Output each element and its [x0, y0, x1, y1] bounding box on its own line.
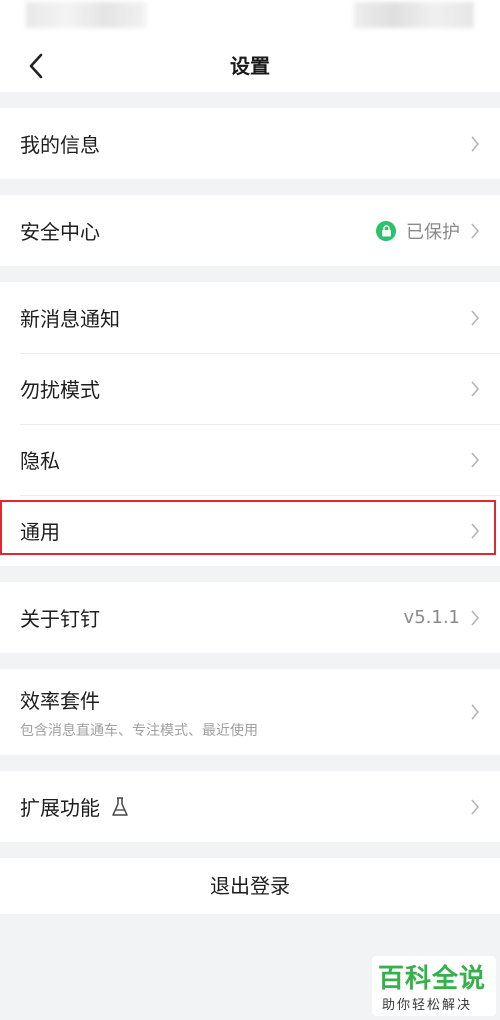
version-label: v5.1.1	[403, 607, 460, 628]
row-about-dingtalk[interactable]: 关于钉钉 v5.1.1	[0, 582, 500, 653]
row-new-message-notification[interactable]: 新消息通知	[0, 282, 500, 353]
navigation-bar: 设置	[0, 40, 500, 92]
chevron-right-icon	[471, 309, 480, 326]
row-right: v5.1.1	[404, 607, 480, 628]
row-do-not-disturb[interactable]: 勿扰模式	[0, 353, 500, 424]
page-title: 设置	[230, 54, 270, 78]
row-label: 安全中心	[20, 220, 100, 244]
row-extensions[interactable]: 扩展功能	[0, 771, 500, 842]
lock-icon	[376, 220, 396, 241]
chevron-right-icon	[471, 798, 480, 815]
status-bar-blurred-left	[26, 2, 146, 28]
row-label: 扩展功能	[20, 796, 100, 820]
group-about: 关于钉钉 v5.1.1	[0, 582, 500, 653]
group-security: 安全中心 已保护	[0, 195, 500, 266]
row-right	[470, 451, 480, 468]
row-label: 我的信息	[20, 133, 100, 157]
row-efficiency-suite[interactable]: 效率套件 包含消息直通车、专注模式、最近使用	[0, 669, 500, 755]
row-label: 通用	[20, 520, 60, 544]
watermark: 百科全说 助你轻松解决	[372, 956, 496, 1016]
chevron-right-icon	[471, 609, 480, 626]
logout-button[interactable]: 退出登录	[0, 858, 500, 914]
row-right	[470, 704, 480, 720]
row-label: 新消息通知	[20, 307, 120, 331]
row-label: 勿扰模式	[20, 378, 100, 402]
chevron-right-icon	[471, 522, 480, 539]
row-label: 效率套件	[20, 688, 100, 713]
group-extension: 扩展功能	[0, 771, 500, 842]
row-privacy[interactable]: 隐私	[0, 424, 500, 495]
chevron-right-icon	[471, 380, 480, 397]
row-security-center[interactable]: 安全中心 已保护	[0, 195, 500, 266]
row-sublabel: 包含消息直通车、专注模式、最近使用	[20, 722, 258, 739]
chevron-right-icon	[471, 135, 480, 152]
group-my-info: 我的信息	[0, 108, 500, 179]
flask-icon	[112, 796, 128, 816]
chevron-right-icon	[471, 222, 480, 239]
row-right	[470, 380, 480, 397]
watermark-subtitle: 助你轻松解决	[382, 998, 473, 1013]
row-right	[470, 309, 480, 326]
row-text-stack: 效率套件 包含消息直通车、专注模式、最近使用	[20, 685, 258, 740]
row-label: 隐私	[20, 449, 60, 473]
security-status: 已保护	[406, 221, 460, 243]
row-right	[470, 135, 480, 152]
row-right	[470, 798, 480, 815]
status-bar	[0, 0, 500, 40]
group-notifications: 新消息通知 勿扰模式 隐私 通用	[0, 282, 500, 566]
watermark-title: 百科全说	[378, 964, 487, 994]
row-label: 关于钉钉	[20, 607, 100, 631]
row-right: 已保护	[376, 218, 480, 244]
status-bar-blurred-right	[354, 2, 474, 28]
chevron-right-icon	[471, 451, 480, 468]
row-my-info[interactable]: 我的信息	[0, 108, 500, 179]
group-efficiency: 效率套件 包含消息直通车、专注模式、最近使用	[0, 669, 500, 755]
row-right	[470, 522, 480, 539]
chevron-right-icon	[471, 704, 480, 720]
row-general[interactable]: 通用	[0, 495, 500, 566]
